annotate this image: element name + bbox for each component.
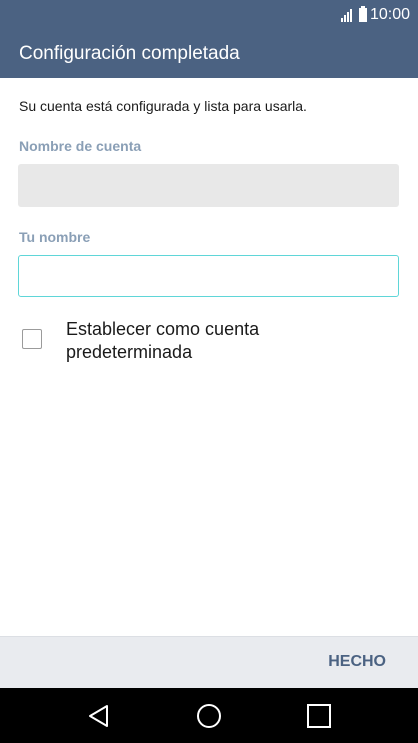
battery-icon: [358, 6, 367, 22]
your-name-field[interactable]: [18, 255, 399, 297]
default-account-checkbox-label[interactable]: Establecer como cuenta predeterminada: [66, 318, 386, 364]
setup-description: Su cuenta está configurada y lista para …: [19, 98, 307, 114]
page-title: Configuración completada: [19, 43, 240, 64]
default-account-checkbox[interactable]: [22, 329, 42, 349]
done-button[interactable]: HECHO: [328, 653, 386, 671]
back-icon[interactable]: [85, 702, 113, 730]
recents-icon[interactable]: [305, 702, 333, 730]
your-name-label: Tu nombre: [19, 229, 91, 245]
signal-icon: [340, 8, 353, 22]
status-time: 10:00: [369, 6, 410, 23]
bottom-action-bar: HECHO: [0, 636, 418, 688]
account-name-label: Nombre de cuenta: [19, 138, 142, 154]
navigation-bar: [0, 688, 418, 743]
app-bar: Configuración completada: [0, 30, 418, 78]
account-name-field[interactable]: [18, 164, 399, 207]
status-bar: 10:00: [0, 0, 418, 30]
home-icon[interactable]: [195, 702, 223, 730]
